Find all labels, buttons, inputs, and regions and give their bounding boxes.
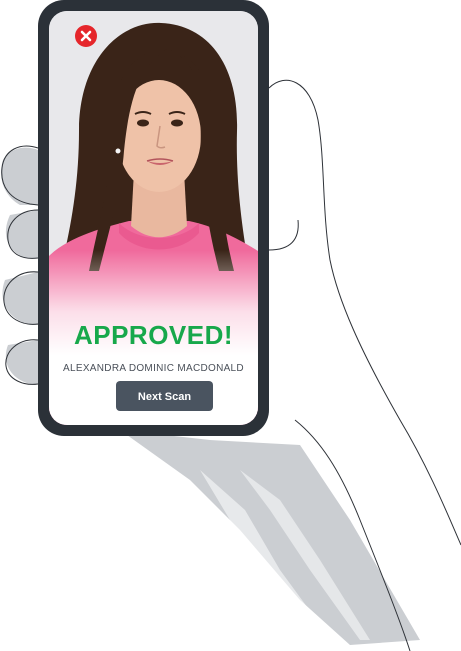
- approved-status: APPROVED!: [73, 320, 234, 350]
- close-icon: [80, 30, 92, 42]
- next-scan-button[interactable]: Next Scan: [116, 381, 213, 411]
- phone-frame: APPROVED! ALEXANDRA DOMINIC MACDONALD Ne…: [38, 0, 269, 436]
- subject-name: ALEXANDRA DOMINIC MACDONALD: [63, 363, 244, 374]
- close-button[interactable]: [75, 25, 97, 47]
- phone-screen: APPROVED! ALEXANDRA DOMINIC MACDONALD Ne…: [49, 11, 258, 425]
